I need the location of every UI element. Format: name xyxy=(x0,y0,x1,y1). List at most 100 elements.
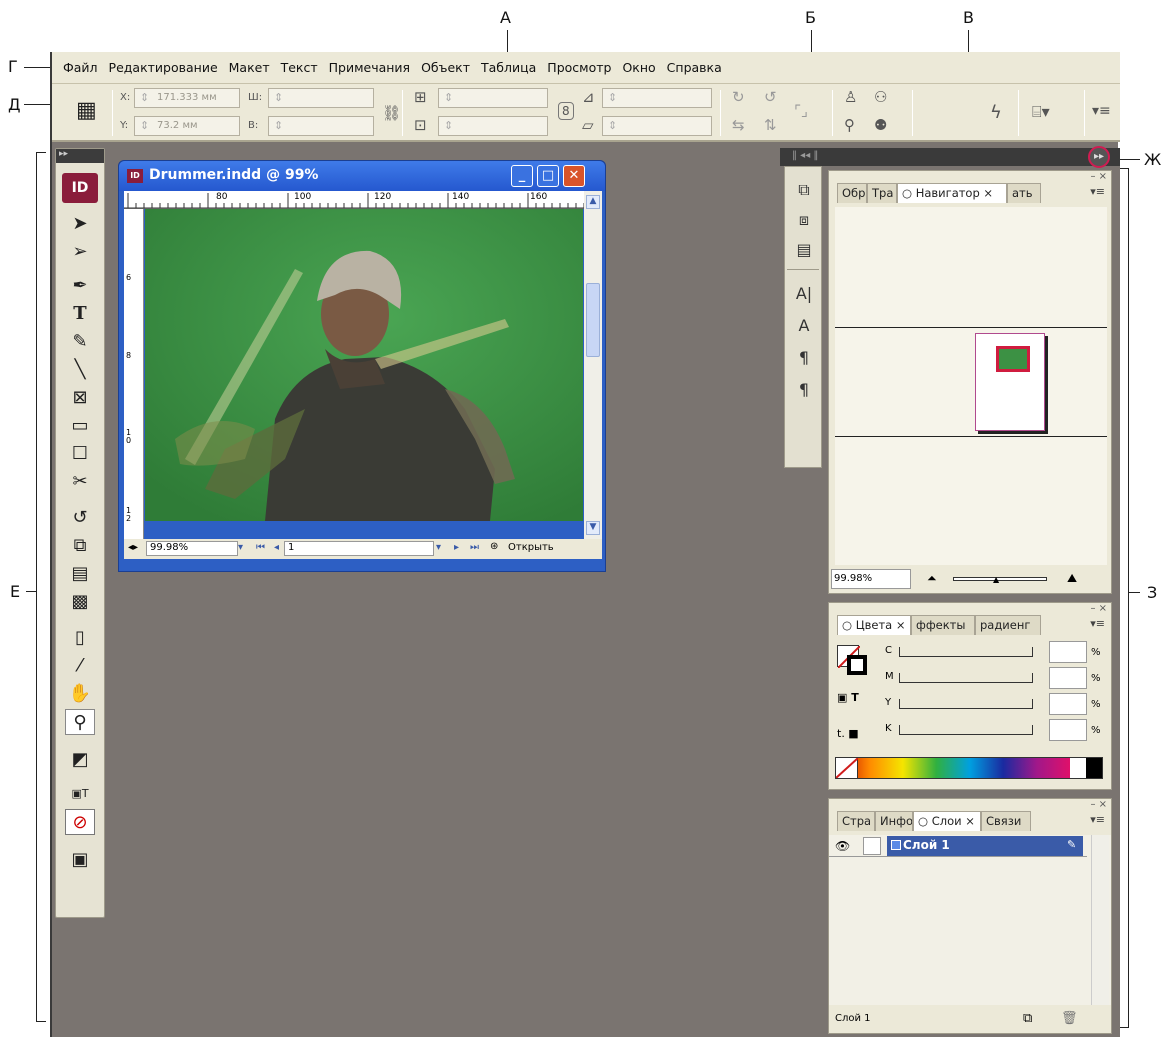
eyedropper-tool-icon[interactable]: ⁄ xyxy=(65,653,95,679)
tools-panel-header[interactable]: ▸▸ xyxy=(56,149,104,163)
paragraph-panel-icon[interactable]: ¶ xyxy=(791,345,817,369)
tab-color[interactable]: ○ Цвета × xyxy=(837,615,911,635)
expand-panels-icon[interactable]: ▸▸ xyxy=(1088,146,1110,168)
menu-type[interactable]: Текст xyxy=(281,60,318,75)
constrain-proportions-icon[interactable]: ⛓ xyxy=(382,106,401,121)
zoom-in-icon[interactable]: ⛰ xyxy=(1067,571,1077,586)
horizontal-ruler[interactable]: 80 100 120 140 160 xyxy=(124,191,584,209)
formatting-affects-icon[interactable]: ▣T xyxy=(65,781,95,807)
menu-object[interactable]: Объект xyxy=(421,60,470,75)
open-button[interactable]: Открыть xyxy=(508,542,554,553)
menu-notes[interactable]: Примечания xyxy=(329,60,410,75)
button-tool-icon[interactable]: ☐ xyxy=(65,441,95,467)
go-to-bridge-icon[interactable]: ⌸▾ xyxy=(1032,104,1050,120)
menu-view[interactable]: Просмотр xyxy=(547,60,611,75)
yellow-value-input[interactable] xyxy=(1049,693,1087,715)
yellow-slider[interactable] xyxy=(899,699,1033,709)
rectangle-frame-tool-icon[interactable]: ⊠ xyxy=(65,385,95,411)
tab-effects[interactable]: ффекты xyxy=(911,615,975,635)
type-tool-icon[interactable]: T xyxy=(65,301,95,327)
last-color-icon[interactable]: t. ■ xyxy=(837,727,859,740)
x-position-input[interactable]: 171.333 мм xyxy=(134,88,240,108)
scroll-down-button[interactable]: ▼ xyxy=(586,521,600,535)
document-page-image[interactable] xyxy=(145,209,583,521)
cyan-value-input[interactable] xyxy=(1049,641,1087,663)
panel-dock-header[interactable]: ‖ ◂◂ ‖ ▸▸ xyxy=(780,146,1120,168)
dock-grip-icon[interactable]: ‖ ◂◂ ‖ xyxy=(792,150,818,161)
menu-table[interactable]: Таблица xyxy=(481,60,536,75)
scale-x-input[interactable] xyxy=(438,88,548,108)
menu-window[interactable]: Окно xyxy=(622,60,655,75)
magenta-value-input[interactable] xyxy=(1049,667,1087,689)
zoom-tool-icon[interactable]: ⚲ xyxy=(65,709,95,735)
quick-apply-icon[interactable]: ϟ xyxy=(990,104,1002,122)
panel-menu-icon[interactable]: ▾≡ xyxy=(1090,617,1105,630)
open-icon[interactable]: ⊛ xyxy=(490,541,498,552)
links-panel-icon[interactable]: ⧈ xyxy=(791,207,817,231)
none-color-icon[interactable] xyxy=(835,757,859,779)
height-input[interactable] xyxy=(268,116,374,136)
panel-menu-icon[interactable]: ▾≡ xyxy=(1092,104,1111,118)
select-content-icon[interactable]: ⚇ xyxy=(874,90,887,105)
minimize-button[interactable]: _ xyxy=(511,165,533,187)
layers-panel-icon[interactable]: ▤ xyxy=(791,237,817,261)
screen-mode-icon[interactable]: ▣ xyxy=(65,847,95,873)
flip-horizontal-icon[interactable]: ⇆ xyxy=(732,118,745,133)
zoom-slider-thumb[interactable]: ▲ xyxy=(993,575,999,584)
character-styles-icon[interactable]: A xyxy=(791,313,817,337)
menu-help[interactable]: Справка xyxy=(667,60,722,75)
tab-navigator[interactable]: ○ Навигатор × xyxy=(897,183,1007,203)
pen-tool-icon[interactable]: ✒ xyxy=(65,273,95,299)
character-panel-icon[interactable]: A| xyxy=(791,281,817,305)
magenta-slider[interactable] xyxy=(899,673,1033,683)
panel-menu-icon[interactable]: ▾≡ xyxy=(1090,813,1105,826)
line-tool-icon[interactable]: ╲ xyxy=(65,357,95,383)
toggle-pasteboard-icon[interactable]: ◂▸ xyxy=(128,542,138,553)
menu-edit[interactable]: Редактирование xyxy=(109,60,218,75)
note-tool-icon[interactable]: ▯ xyxy=(65,625,95,651)
container-text-toggle-icon[interactable]: ▣ T xyxy=(837,691,859,704)
hand-tool-icon[interactable]: ✋ xyxy=(65,681,95,707)
panel-close-icon[interactable]: – × xyxy=(1090,603,1107,614)
panel-close-icon[interactable]: – × xyxy=(1090,799,1107,810)
scale-tool-icon[interactable]: ⧉ xyxy=(65,533,95,559)
document-title-bar[interactable]: ID Drummer.indd @ 99% _ □ ✕ xyxy=(119,161,605,191)
selection-tool-icon[interactable]: ➤ xyxy=(65,211,95,237)
rotation-input[interactable] xyxy=(602,88,712,108)
navigator-preview[interactable] xyxy=(835,207,1107,565)
page-dropdown-icon[interactable]: ▾ xyxy=(436,542,441,553)
panel-close-icon[interactable]: – × xyxy=(1090,171,1107,182)
tab-object-styles[interactable]: Обр xyxy=(837,183,867,203)
scale-x-icon[interactable]: ⊞ xyxy=(414,90,427,105)
black-value-input[interactable] xyxy=(1049,719,1087,741)
color-spectrum-bar[interactable] xyxy=(835,757,1103,779)
link-icon[interactable]: 8 xyxy=(558,102,574,120)
first-page-icon[interactable]: ⏮ xyxy=(256,542,265,553)
next-page-icon[interactable]: ▸ xyxy=(454,542,459,553)
select-container-icon[interactable]: ♙ xyxy=(844,90,857,105)
navigator-zoom-field[interactable]: 99.98% xyxy=(831,569,911,589)
scale-y-icon[interactable]: ⊡ xyxy=(414,118,427,133)
zoom-out-icon[interactable]: ⏶ xyxy=(927,571,937,586)
gradient-feather-tool-icon[interactable]: ▩ xyxy=(65,589,95,615)
fill-stroke-swatch-icon[interactable]: ◩ xyxy=(65,747,95,773)
layer-row[interactable]: 👁 Слой 1 ✎ xyxy=(829,835,1087,857)
rotate-ccw-icon[interactable]: ↺ xyxy=(764,90,777,105)
panel-menu-icon[interactable]: ▾≡ xyxy=(1090,185,1105,198)
trash-icon[interactable]: 🗑 xyxy=(1061,1011,1078,1026)
tab-info[interactable]: Инфо xyxy=(875,811,913,831)
last-page-icon[interactable]: ⏭ xyxy=(470,542,479,553)
select-next-icon[interactable]: ⚉ xyxy=(874,118,887,133)
page-number-field[interactable]: 1 xyxy=(284,541,434,556)
layer-name[interactable]: Слой 1 xyxy=(887,836,1083,856)
scale-y-input[interactable] xyxy=(438,116,548,136)
tab-layers[interactable]: ○ Слои × xyxy=(913,811,981,831)
rectangle-tool-icon[interactable]: ▭ xyxy=(65,413,95,439)
previous-page-icon[interactable]: ◂ xyxy=(274,542,279,553)
close-button[interactable]: ✕ xyxy=(563,165,585,187)
select-previous-icon[interactable]: ⚲ xyxy=(844,118,855,133)
scroll-thumb[interactable] xyxy=(586,283,600,357)
stroke-frame-icon[interactable]: ⌜⌟ xyxy=(794,104,808,119)
vertical-ruler[interactable]: 6 8 1 0 1 2 xyxy=(124,209,144,539)
pencil-tool-icon[interactable]: ✎ xyxy=(65,329,95,355)
